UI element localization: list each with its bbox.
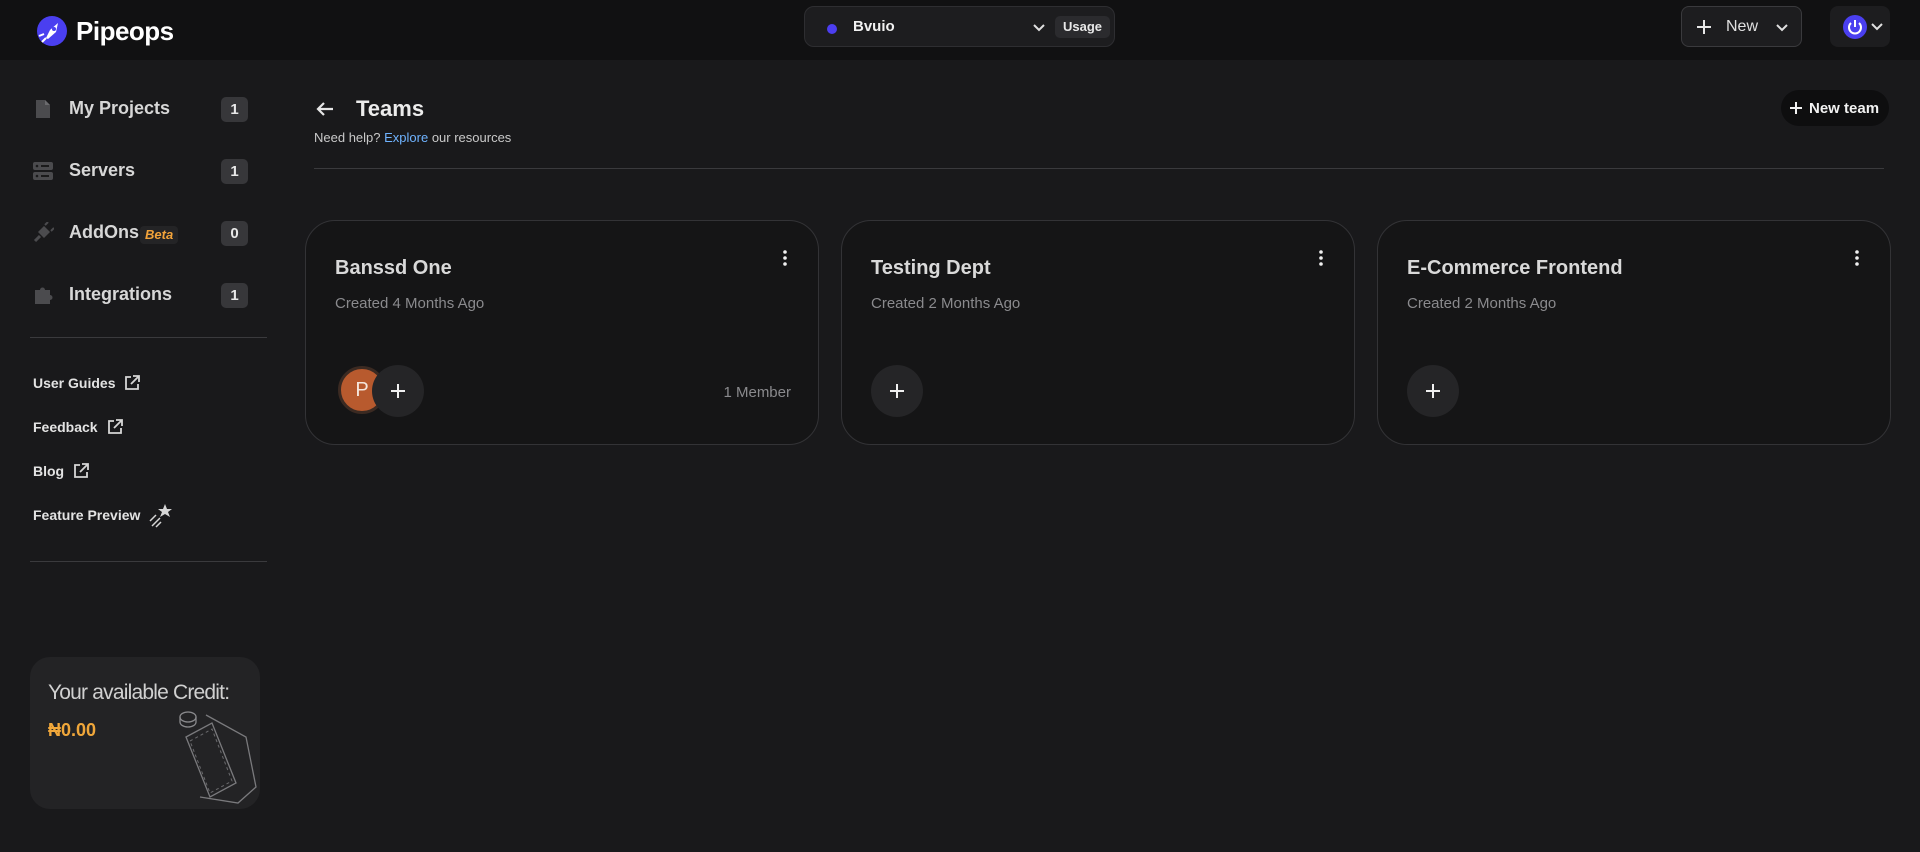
chevron-down-icon[interactable] [1031, 19, 1047, 35]
new-team-button[interactable]: New team [1781, 90, 1890, 126]
rocket-logo-icon [37, 16, 67, 46]
more-vertical-icon[interactable] [1311, 248, 1331, 268]
sidebar-divider [30, 337, 267, 338]
count-badge: 0 [221, 221, 248, 246]
puzzle-icon [35, 287, 53, 304]
project-switcher[interactable]: Bvuio Usage [804, 6, 1115, 47]
link-label: Feature Preview [33, 507, 141, 523]
sidebar-item-label: Servers [69, 160, 136, 180]
top-bar: Pipeops Bvuio Usage New [0, 0, 1920, 60]
plus-icon [391, 384, 405, 398]
external-link-icon [74, 463, 90, 478]
account-menu-button[interactable] [1830, 6, 1890, 47]
link-label: User Guides [33, 375, 116, 391]
usage-button[interactable]: Usage [1055, 16, 1111, 38]
wallet-illustration-icon [179, 711, 257, 804]
team-name: Testing Dept [871, 257, 991, 279]
count-badge: 1 [221, 283, 248, 308]
chevron-down-icon [1871, 23, 1883, 31]
sidebar-item-label: My Projects [69, 98, 171, 118]
credit-card: Your available Credit: ₦0.00 [30, 657, 260, 809]
team-card[interactable]: Testing Dept Created 2 Months Ago [841, 220, 1355, 445]
power-avatar-icon [1843, 15, 1867, 39]
help-text: Need help? Explore our resources [314, 130, 511, 145]
sidebar-link-user-guides[interactable]: User Guides [33, 371, 141, 395]
member-count: 1 Member [723, 384, 791, 401]
help-suffix: our resources [431, 130, 512, 145]
server-icon [33, 162, 53, 180]
sidebar-link-blog[interactable]: Blog [33, 459, 90, 483]
page-title: Teams [356, 96, 425, 121]
sidebar-item-label: AddOns [69, 222, 139, 242]
link-label: Feedback [33, 419, 98, 435]
project-name: Bvuio [853, 18, 895, 35]
header-divider [314, 168, 1884, 169]
plug-icon [33, 222, 54, 243]
sidebar: My Projects 1 Servers 1 AddOns Beta 0 In… [0, 60, 280, 852]
add-member-button[interactable] [372, 365, 424, 417]
sidebar-item-servers[interactable]: Servers 1 [30, 151, 250, 191]
count-badge: 1 [221, 159, 248, 184]
plus-icon [1697, 20, 1711, 34]
external-link-icon [125, 375, 141, 390]
project-status-dot [827, 24, 837, 34]
sparkle-star-icon [149, 504, 173, 528]
team-name: E-Commerce Frontend [1407, 257, 1623, 279]
team-card[interactable]: E-Commerce Frontend Created 2 Months Ago [1377, 220, 1891, 445]
file-icon [36, 100, 50, 118]
count-badge: 1 [221, 97, 248, 122]
sidebar-link-feedback[interactable]: Feedback [33, 415, 124, 439]
new-button-label: New [1726, 18, 1759, 35]
more-vertical-icon[interactable] [1847, 248, 1867, 268]
sidebar-item-integrations[interactable]: Integrations 1 [30, 275, 250, 315]
team-created-date: Created 2 Months Ago [1407, 295, 1557, 312]
help-prefix: Need help? [314, 130, 381, 145]
more-vertical-icon[interactable] [775, 248, 795, 268]
sidebar-item-addons[interactable]: AddOns Beta 0 [30, 213, 250, 253]
sidebar-link-feature-preview[interactable]: Feature Preview [33, 503, 174, 528]
credit-amount: ₦0.00 [48, 720, 97, 740]
link-label: Blog [33, 463, 65, 479]
new-button[interactable]: New [1681, 6, 1802, 47]
plus-icon [1426, 384, 1440, 398]
arrow-left-icon[interactable] [314, 98, 336, 120]
team-created-date: Created 4 Months Ago [335, 295, 485, 312]
add-member-button[interactable] [871, 365, 923, 417]
credit-title: Your available Credit: [48, 681, 230, 704]
sidebar-divider [30, 561, 267, 562]
add-member-button[interactable] [1407, 365, 1459, 417]
new-team-label: New team [1809, 99, 1880, 117]
beta-badge: Beta [140, 226, 179, 244]
sidebar-item-my-projects[interactable]: My Projects 1 [30, 89, 250, 129]
team-name: Banssd One [335, 257, 452, 279]
explore-link[interactable]: Explore [384, 130, 428, 145]
external-link-icon [107, 419, 123, 434]
plus-icon [1790, 102, 1802, 114]
team-card[interactable]: Banssd One Created 4 Months Ago P 1 Memb… [305, 220, 819, 445]
sidebar-item-label: Integrations [69, 284, 173, 304]
plus-icon [890, 384, 904, 398]
team-created-date: Created 2 Months Ago [871, 295, 1021, 312]
chevron-down-icon [1776, 24, 1788, 32]
brand-logo[interactable]: Pipeops [34, 14, 174, 48]
brand-name: Pipeops [76, 15, 174, 46]
